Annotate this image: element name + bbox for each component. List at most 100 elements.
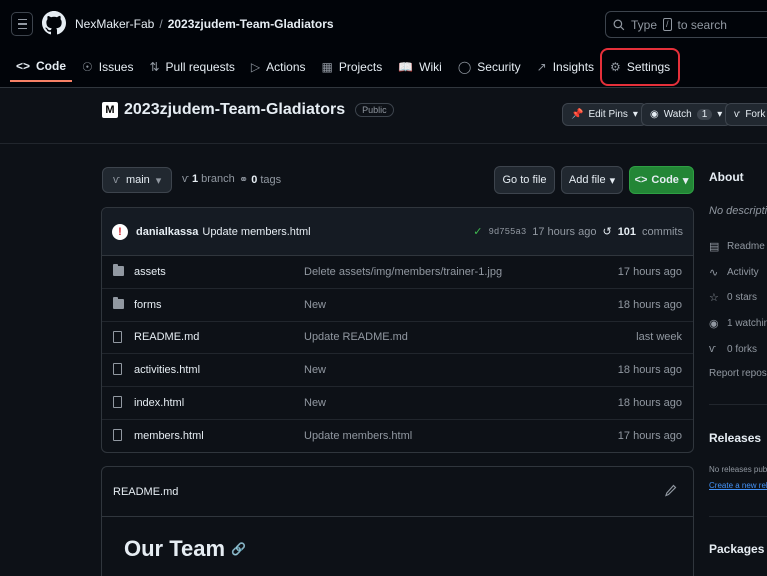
- tab-actions-label: Actions: [266, 60, 306, 74]
- file-name[interactable]: members.html: [134, 430, 204, 442]
- tab-projects[interactable]: ▦ Projects: [316, 52, 389, 82]
- branch-selector[interactable]: ѵ main ▾: [102, 167, 173, 193]
- global-header: NexMaker-Fab/2023zjudem-Team-Gladiators …: [0, 0, 767, 88]
- menu-icon[interactable]: [11, 12, 33, 36]
- tab-pull-requests[interactable]: ⇅ Pull requests: [143, 52, 240, 82]
- packages-title[interactable]: Packages: [709, 542, 764, 556]
- tab-issues[interactable]: ☉ Issues: [76, 52, 139, 82]
- sidebar-divider: [709, 404, 767, 405]
- readme-heading: Our Team 🔗: [124, 536, 246, 562]
- repo-owner-avatar[interactable]: M: [102, 102, 118, 118]
- commit-sha[interactable]: 9d755a3: [488, 227, 526, 237]
- commit-message[interactable]: Update members.html: [202, 226, 310, 238]
- table-row[interactable]: README.md Update README.md last week: [102, 322, 693, 355]
- watch-button[interactable]: ◉ Watch 1 ▾: [641, 103, 732, 126]
- table-row[interactable]: members.html Update members.html 17 hour…: [102, 420, 693, 452]
- tab-actions[interactable]: ▷ Actions: [245, 52, 312, 82]
- file-name[interactable]: index.html: [134, 397, 184, 409]
- readme-heading-text: Our Team: [124, 536, 226, 561]
- readme-filename[interactable]: README.md: [113, 486, 178, 498]
- file-commit-message[interactable]: Update README.md: [304, 331, 408, 343]
- breadcrumb-repo[interactable]: 2023zjudem-Team-Gladiators: [168, 17, 334, 31]
- repo-title: M 2023zjudem-Team-Gladiators Public: [102, 101, 394, 119]
- table-row[interactable]: activities.html New 18 hours ago: [102, 354, 693, 388]
- file-time: 17 hours ago: [617, 265, 682, 278]
- watching-link[interactable]: ◉ 1 watchin: [709, 317, 767, 330]
- fork-label: Fork: [745, 109, 766, 120]
- chevron-down-icon: ▾: [717, 109, 723, 120]
- about-title: About: [709, 170, 744, 184]
- tab-wiki[interactable]: 📖 Wiki: [392, 52, 448, 82]
- chevron-down-icon: ▾: [632, 109, 638, 120]
- table-icon: ▦: [321, 60, 333, 74]
- file-commit-message[interactable]: Delete assets/img/members/trainer-1.jpg: [304, 266, 502, 278]
- eye-icon: ◉: [650, 109, 659, 120]
- latest-commit-row: ! danialkassa Update members.html ✓ 9d75…: [102, 208, 693, 256]
- add-file-button[interactable]: Add file ▾: [561, 166, 623, 194]
- search-placeholder-suffix: to search: [677, 17, 727, 32]
- table-row[interactable]: assets Delete assets/img/members/trainer…: [102, 256, 693, 289]
- code-icon: <>: [16, 59, 31, 73]
- tag-icon: ⚭: [239, 174, 249, 186]
- branches-link[interactable]: ѵ 1 branch: [182, 173, 235, 185]
- watch-count: 1: [696, 109, 713, 120]
- file-name[interactable]: assets: [134, 266, 166, 278]
- tab-security-label: Security: [477, 60, 521, 74]
- tab-insights[interactable]: ↗ Insights: [531, 52, 600, 82]
- search-input[interactable]: Type / to search: [605, 11, 767, 38]
- fork-button[interactable]: ѵ Fork: [725, 103, 767, 126]
- edit-pins-button[interactable]: 📌 Edit Pins ▾: [562, 103, 647, 126]
- watch-label: Watch: [663, 109, 692, 120]
- file-name[interactable]: forms: [134, 299, 162, 311]
- avatar[interactable]: !: [112, 223, 128, 240]
- tab-projects-label: Projects: [338, 60, 383, 74]
- tab-settings[interactable]: ⚙ Settings: [600, 48, 681, 86]
- search-shortcut-key: /: [663, 18, 672, 31]
- commit-word[interactable]: commits: [642, 226, 683, 238]
- breadcrumb-separator: /: [159, 17, 163, 31]
- stars-link[interactable]: ☆ 0 stars: [709, 291, 757, 304]
- releases-title[interactable]: Releases: [709, 431, 761, 445]
- repo-name[interactable]: 2023zjudem-Team-Gladiators: [124, 101, 345, 119]
- report-link[interactable]: Report reposit: [709, 368, 767, 379]
- commit-time: 17 hours ago: [532, 225, 597, 238]
- file-commit-message[interactable]: New: [304, 364, 326, 376]
- file-name[interactable]: README.md: [134, 331, 199, 343]
- tab-settings-label: Settings: [626, 60, 671, 74]
- tab-security[interactable]: ◯ Security: [452, 52, 527, 82]
- create-release-link[interactable]: Create a new rel: [709, 481, 767, 490]
- tab-code[interactable]: <> Code: [10, 52, 73, 82]
- tab-pull-requests-label: Pull requests: [165, 60, 235, 74]
- code-button[interactable]: <> Code ▾: [629, 166, 694, 194]
- forks-link[interactable]: ѵ 0 forks: [709, 343, 757, 355]
- header-divider: [0, 143, 767, 144]
- github-logo-icon[interactable]: [42, 10, 66, 36]
- file-commit-message[interactable]: Update members.html: [304, 430, 412, 442]
- search-placeholder-prefix: Type: [631, 17, 658, 32]
- table-row[interactable]: forms New 18 hours ago: [102, 289, 693, 322]
- stars-link-label: 0 stars: [727, 292, 758, 303]
- gear-icon: ⚙: [610, 60, 621, 74]
- commit-author[interactable]: danialkassa: [136, 226, 198, 238]
- about-description: No descriptio: [709, 205, 767, 217]
- pin-icon: 📌: [571, 109, 584, 120]
- pencil-icon[interactable]: [665, 484, 677, 498]
- tags-link[interactable]: ⚭ 0 tags: [239, 173, 281, 187]
- link-icon[interactable]: 🔗: [231, 542, 246, 556]
- tab-insights-label: Insights: [552, 60, 595, 74]
- check-icon: ✓: [473, 226, 483, 238]
- eye-icon: ◉: [709, 318, 719, 330]
- file-commit-message[interactable]: New: [304, 397, 326, 409]
- file-commit-message[interactable]: New: [304, 299, 326, 311]
- file-name[interactable]: activities.html: [134, 364, 200, 376]
- fork-icon: ѵ: [734, 109, 741, 120]
- github-repo-page: NexMaker-Fab/2023zjudem-Team-Gladiators …: [0, 0, 767, 576]
- go-to-file-button[interactable]: Go to file: [494, 166, 555, 194]
- activity-link[interactable]: ∿ Activity: [709, 266, 759, 279]
- pulse-icon: ∿: [709, 267, 719, 279]
- commit-count[interactable]: 101: [618, 226, 636, 238]
- file-time: 18 hours ago: [617, 298, 682, 311]
- table-row[interactable]: index.html New 18 hours ago: [102, 387, 693, 420]
- breadcrumb-owner[interactable]: NexMaker-Fab: [75, 17, 154, 31]
- readme-link[interactable]: ▤ Readme: [709, 240, 765, 253]
